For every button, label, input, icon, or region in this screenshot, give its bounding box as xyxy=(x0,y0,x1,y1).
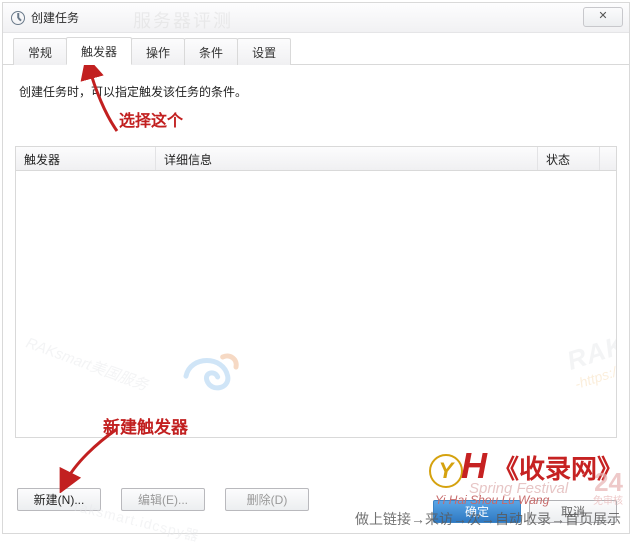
col-trigger[interactable]: 触发器 xyxy=(16,147,156,170)
window-title: 创建任务 xyxy=(31,9,79,26)
tab-conditions[interactable]: 条件 xyxy=(184,38,238,65)
clock-icon xyxy=(11,11,25,25)
instruction-text: 创建任务时，可以指定触发该任务的条件。 xyxy=(19,83,613,100)
client-area: 常规 触发器 操作 条件 设置 创建任务时，可以指定触发该任务的条件。 触发器 … xyxy=(3,33,629,533)
tab-settings[interactable]: 设置 xyxy=(237,38,291,65)
dialog-window: 创建任务 ✕ 服务器评测 常规 触发器 操作 条件 设置 创建任务时，可以指定触… xyxy=(2,2,630,534)
titlebar: 创建任务 ✕ 服务器评测 xyxy=(3,3,629,33)
close-icon: ✕ xyxy=(598,11,607,22)
close-button[interactable]: ✕ xyxy=(583,7,623,27)
tab-triggers[interactable]: 触发器 xyxy=(66,37,132,65)
new-button[interactable]: 新建(N)... xyxy=(17,488,101,511)
tab-general[interactable]: 常规 xyxy=(13,38,67,65)
delete-button[interactable]: 删除(D) xyxy=(225,488,309,511)
edit-button[interactable]: 编辑(E)... xyxy=(121,488,205,511)
triggers-table[interactable]: 触发器 详细信息 状态 RAK -https:// xyxy=(15,146,617,438)
col-status[interactable]: 状态 xyxy=(538,147,600,170)
table-body[interactable] xyxy=(16,171,616,437)
tab-body: 创建任务时，可以指定触发该任务的条件。 触发器 详细信息 状态 RAK -htt… xyxy=(3,65,629,533)
watermark-banner: 做上链接→来访→次→自动收录→首页展示 xyxy=(355,509,621,529)
watermark-top: 服务器评测 xyxy=(133,7,233,33)
tab-actions[interactable]: 操作 xyxy=(131,38,185,65)
col-detail[interactable]: 详细信息 xyxy=(156,147,538,170)
col-spacer xyxy=(600,147,616,170)
tab-strip: 常规 触发器 操作 条件 设置 xyxy=(3,33,629,65)
table-header: 触发器 详细信息 状态 xyxy=(16,147,616,171)
